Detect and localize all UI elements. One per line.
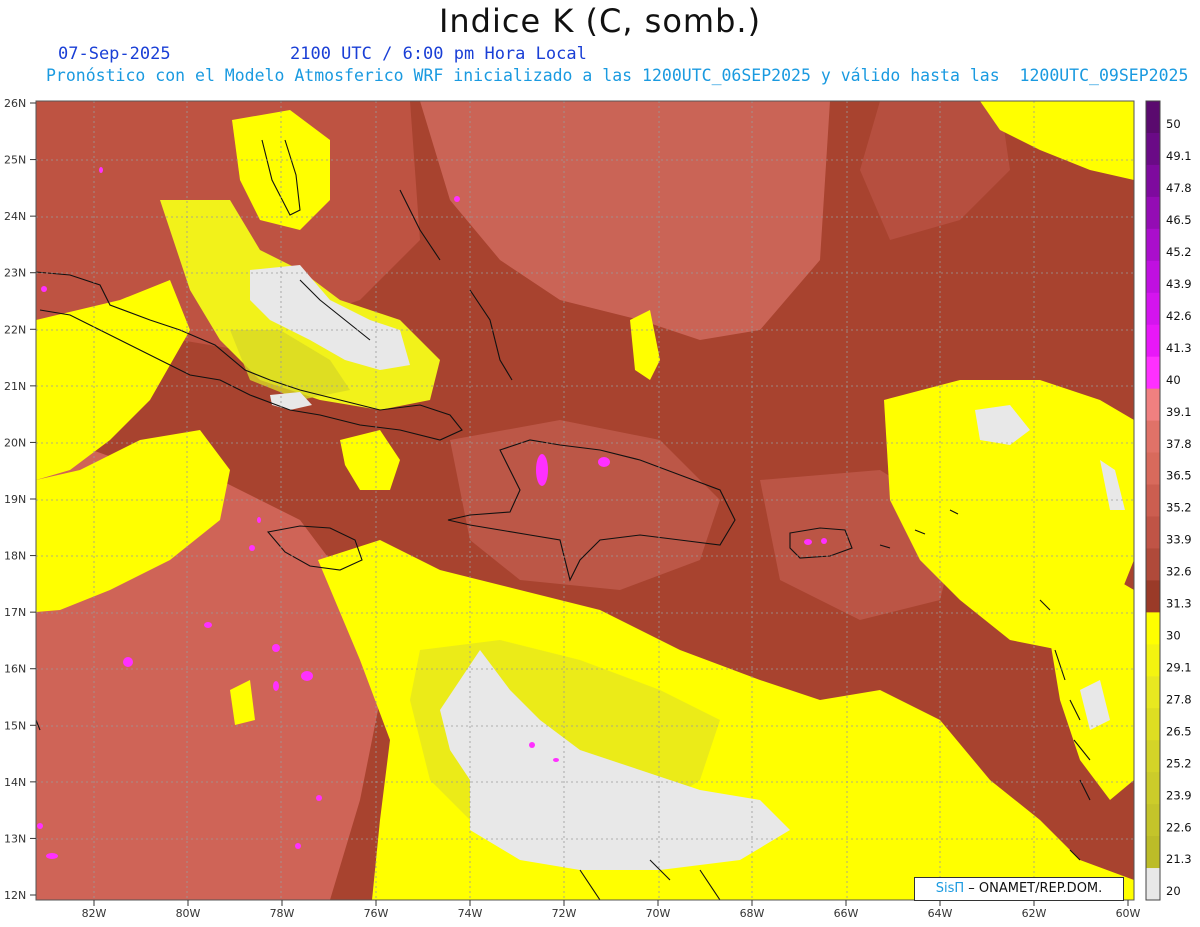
colorbar-label: 26.5 [1166,724,1192,738]
colorbar-swatch [1146,612,1160,645]
colorbar-label: 41.3 [1166,341,1192,355]
credit-box: SisΠ – ONAMET/REP.DOM. [914,877,1124,901]
colorbar-swatch [1146,260,1160,294]
lon-label: 82W [82,907,107,920]
colorbar-swatch [1146,101,1160,134]
colorbar-label: 49.1 [1166,149,1192,163]
lon-label: 60W [1116,907,1141,920]
colorbar-label: 43.9 [1166,277,1192,291]
colorbar-label: 36.5 [1166,469,1192,483]
colorbar-label: 35.2 [1166,501,1192,515]
lat-labels: 26N 25N 24N 23N 22N 21N 20N 19N 18N 17N 16N 15N 14N 1… [4,97,36,902]
colorbar-swatch [1146,548,1160,581]
lon-label: 64W [928,907,953,920]
colorbar-label: 46.5 [1166,213,1192,227]
lon-label: 72W [552,907,577,920]
lat-label: 17N [4,606,26,619]
lat-label: 14N [4,776,26,789]
lat-label: 26N [4,97,26,110]
colorbar-label: 22.6 [1166,820,1192,834]
colorbar-label: 40 [1166,373,1181,387]
colorbar-swatch [1146,516,1160,549]
colorbar-label: 30 [1166,629,1181,643]
colorbar-swatch [1146,292,1160,326]
colorbar-label: 31.3 [1166,597,1192,611]
colorbar-swatch [1146,676,1160,709]
lat-label: 21N [4,380,26,393]
lon-label: 62W [1022,907,1047,920]
colorbar-label: 33.9 [1166,533,1192,547]
colorbar-label: 50 [1166,117,1181,131]
colorbar-swatch [1146,868,1160,901]
colorbar-label: 37.8 [1166,437,1192,451]
colorbar-label: 39.1 [1166,405,1192,419]
lat-label: 24N [4,210,26,223]
lat-label: 25N [4,154,26,167]
lon-label: 74W [458,907,483,920]
colorbar-label: 21.3 [1166,852,1192,866]
colorbar-swatch [1146,324,1160,358]
colorbar-label: 23.9 [1166,788,1192,802]
lat-label: 13N [4,832,26,845]
colorbar-swatch [1146,708,1160,741]
lat-label: 20N [4,436,26,449]
lat-label: 19N [4,493,26,506]
colorbar-swatch [1146,356,1160,390]
colorbar-swatch [1146,132,1160,166]
lon-label: 68W [740,907,765,920]
lat-label: 16N [4,663,26,676]
lon-label: 70W [646,907,671,920]
lat-label: 12N [4,889,26,902]
lon-labels: 82W 80W 78W 76W 74W 72W 70W 68W 66W 64W 62W 60W [82,900,1141,920]
colorbar-swatch [1146,388,1160,422]
colorbar-swatch [1146,644,1160,677]
colorbar-label: 45.2 [1166,245,1192,259]
colorbar-label: 25.2 [1166,756,1192,770]
colorbar-swatch [1146,580,1160,613]
colorbar: 50 49.1 47.8 46.5 45.2 43.9 42.6 41.3 40 39.1 37.8… [1145,100,1192,901]
colorbar-swatch [1146,836,1160,869]
colorbar-label: 27.8 [1166,692,1192,706]
colorbar-label: 32.6 [1166,565,1192,579]
colorbar-label: 42.6 [1166,309,1192,323]
colorbar-swatch [1146,196,1160,230]
colorbar-swatch [1146,420,1160,454]
credit-text: – ONAMET/REP.DOM. [964,881,1103,896]
colorbar-swatch [1146,740,1160,773]
lat-label: 15N [4,719,26,732]
colorbar-swatch [1146,772,1160,805]
lat-label: 23N [4,267,26,280]
lon-label: 78W [270,907,295,920]
lon-label: 76W [364,907,389,920]
colorbar-swatch [1146,164,1160,198]
colorbar-label: 20 [1166,884,1181,898]
lat-label: 18N [4,550,26,563]
lon-label: 66W [834,907,859,920]
sis-logo: SisΠ [935,881,965,896]
k-index-map: 26N 25N 24N 23N 22N 21N 20N 19N 18N 17N 16N 15N 14N 1… [4,97,1192,920]
colorbar-swatch [1146,452,1160,486]
lat-label: 22N [4,323,26,336]
colorbar-label: 29.1 [1166,660,1192,674]
map-field [36,101,1134,900]
colorbar-label: 47.8 [1166,181,1192,195]
colorbar-swatch [1146,228,1160,262]
colorbar-swatch [1146,804,1160,837]
lon-label: 80W [176,907,201,920]
colorbar-swatch [1146,484,1160,517]
